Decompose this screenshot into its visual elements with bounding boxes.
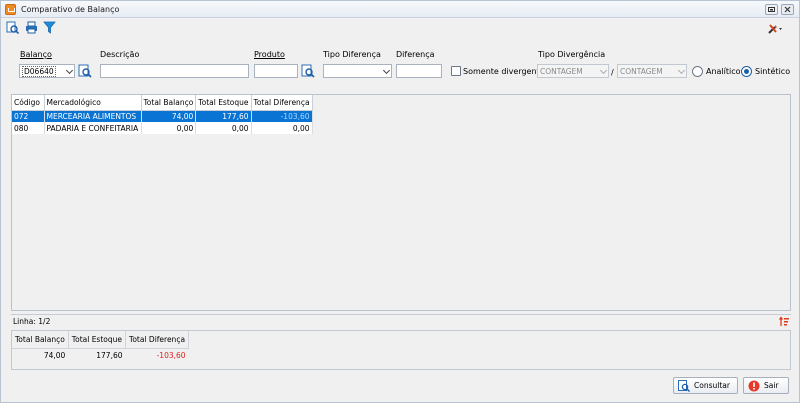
chevron-down-icon bbox=[677, 66, 686, 75]
cell-total-balanco: 0,00 bbox=[141, 122, 197, 134]
restore-icon bbox=[768, 7, 775, 12]
cell-total-diferenca: -103,60 bbox=[251, 110, 313, 122]
sintetico-radio[interactable] bbox=[741, 66, 752, 77]
sair-button[interactable]: Sair bbox=[743, 377, 789, 394]
tipo-diferenca-label: Tipo Diferença bbox=[323, 50, 381, 59]
tipo-diferenca-select[interactable] bbox=[323, 64, 392, 78]
separator: / bbox=[611, 68, 614, 77]
chevron-down-icon bbox=[65, 66, 74, 75]
col-codigo[interactable]: Código bbox=[12, 95, 45, 111]
totals-col-diferenca: Total Diferença bbox=[125, 331, 190, 349]
window-title: Comparativo de Balanço bbox=[21, 5, 120, 14]
app-icon bbox=[5, 4, 16, 15]
cell-mercadologico: PADARIA E CONFEITARIA bbox=[44, 122, 142, 134]
cell-mercadologico: MERCEARIA ALIMENTOS bbox=[44, 110, 142, 122]
cell-total-estoque: 177,60 bbox=[195, 110, 252, 122]
tipo-divergencia-select-1[interactable]: CONTAGEM bbox=[537, 64, 609, 78]
cell-codigo: 072 bbox=[12, 110, 45, 122]
main-window: Comparativo de Balanço Balanço D06640 De… bbox=[0, 0, 800, 403]
cell-total-balanco: 74,00 bbox=[141, 110, 197, 122]
restore-window-button[interactable] bbox=[765, 4, 778, 15]
grid-header: Código Mercadológico Total Balanço Total… bbox=[12, 95, 313, 111]
consultar-button[interactable]: Consultar bbox=[673, 377, 738, 394]
totals-col-estoque: Total Estoque bbox=[68, 331, 127, 349]
total-balanco-value: 74,00 bbox=[43, 350, 66, 360]
consultar-label: Consultar bbox=[694, 381, 730, 390]
total-estoque-value: 177,60 bbox=[96, 350, 123, 360]
tools-menu-icon[interactable] bbox=[767, 23, 783, 35]
analitico-radio[interactable] bbox=[692, 66, 703, 77]
toolbar bbox=[1, 19, 799, 37]
descricao-field[interactable] bbox=[100, 64, 249, 78]
balanco-lookup-icon[interactable] bbox=[78, 64, 92, 78]
balanco-value: D06640 bbox=[22, 66, 56, 77]
totals-panel: Total Balanço Total Estoque Total Difere… bbox=[11, 330, 791, 370]
close-window-button[interactable] bbox=[781, 4, 794, 15]
cell-codigo: 080 bbox=[12, 122, 45, 134]
somente-divergentes-checkbox[interactable] bbox=[451, 66, 461, 76]
print-icon[interactable] bbox=[25, 21, 38, 34]
balanco-select[interactable]: D06640 bbox=[19, 64, 75, 78]
status-bar: Linha: 1/2 bbox=[11, 314, 791, 327]
somente-divergentes-label: Somente divergentes bbox=[463, 67, 549, 76]
diferenca-label: Diferença bbox=[396, 50, 435, 59]
col-mercadologico[interactable]: Mercadológico bbox=[44, 95, 142, 111]
title-bar: Comparativo de Balanço bbox=[1, 1, 799, 18]
balanco-label: Balanço bbox=[20, 50, 52, 59]
table-row[interactable]: 072 MERCEARIA ALIMENTOS 74,00 177,60 -10… bbox=[12, 110, 313, 122]
totals-col-balanco: Total Balanço bbox=[12, 331, 69, 349]
produto-field[interactable] bbox=[254, 64, 298, 78]
tipo-divergencia-label: Tipo Divergência bbox=[538, 50, 606, 59]
sair-label: Sair bbox=[764, 381, 779, 390]
tipo-divergencia-value-1: CONTAGEM bbox=[540, 67, 583, 76]
col-total-diferenca[interactable]: Total Diferença bbox=[251, 95, 313, 111]
produto-label: Produto bbox=[254, 50, 285, 59]
descricao-label: Descrição bbox=[100, 50, 140, 59]
col-total-balanco[interactable]: Total Balanço bbox=[141, 95, 197, 111]
total-diferenca-value: -103,60 bbox=[156, 350, 186, 360]
grid-table: Código Mercadológico Total Balanço Total… bbox=[12, 95, 313, 134]
search-report-icon[interactable] bbox=[6, 21, 19, 34]
data-grid: Código Mercadológico Total Balanço Total… bbox=[11, 94, 791, 311]
exit-icon bbox=[748, 380, 760, 392]
cell-total-estoque: 0,00 bbox=[195, 122, 252, 134]
tipo-divergencia-select-2[interactable]: CONTAGEM bbox=[617, 64, 687, 78]
analitico-label: Analítico bbox=[706, 67, 741, 76]
produto-lookup-icon[interactable] bbox=[301, 64, 315, 78]
filter-icon[interactable] bbox=[43, 21, 56, 34]
close-icon bbox=[784, 6, 791, 13]
chevron-down-icon bbox=[382, 66, 391, 75]
table-row[interactable]: 080 PADARIA E CONFEITARIA 0,00 0,00 0,00 bbox=[12, 122, 313, 134]
row-counter: Linha: 1/2 bbox=[13, 317, 51, 326]
search-icon bbox=[678, 380, 690, 392]
col-total-estoque[interactable]: Total Estoque bbox=[195, 95, 252, 111]
diferenca-field[interactable] bbox=[396, 64, 442, 78]
cell-total-diferenca: 0,00 bbox=[251, 122, 313, 134]
totals-table: Total Balanço Total Estoque Total Difere… bbox=[12, 331, 190, 362]
tipo-divergencia-value-2: CONTAGEM bbox=[620, 67, 663, 76]
sort-order-icon[interactable] bbox=[779, 316, 790, 327]
sintetico-label: Sintético bbox=[755, 67, 791, 76]
chevron-down-icon bbox=[599, 66, 608, 75]
